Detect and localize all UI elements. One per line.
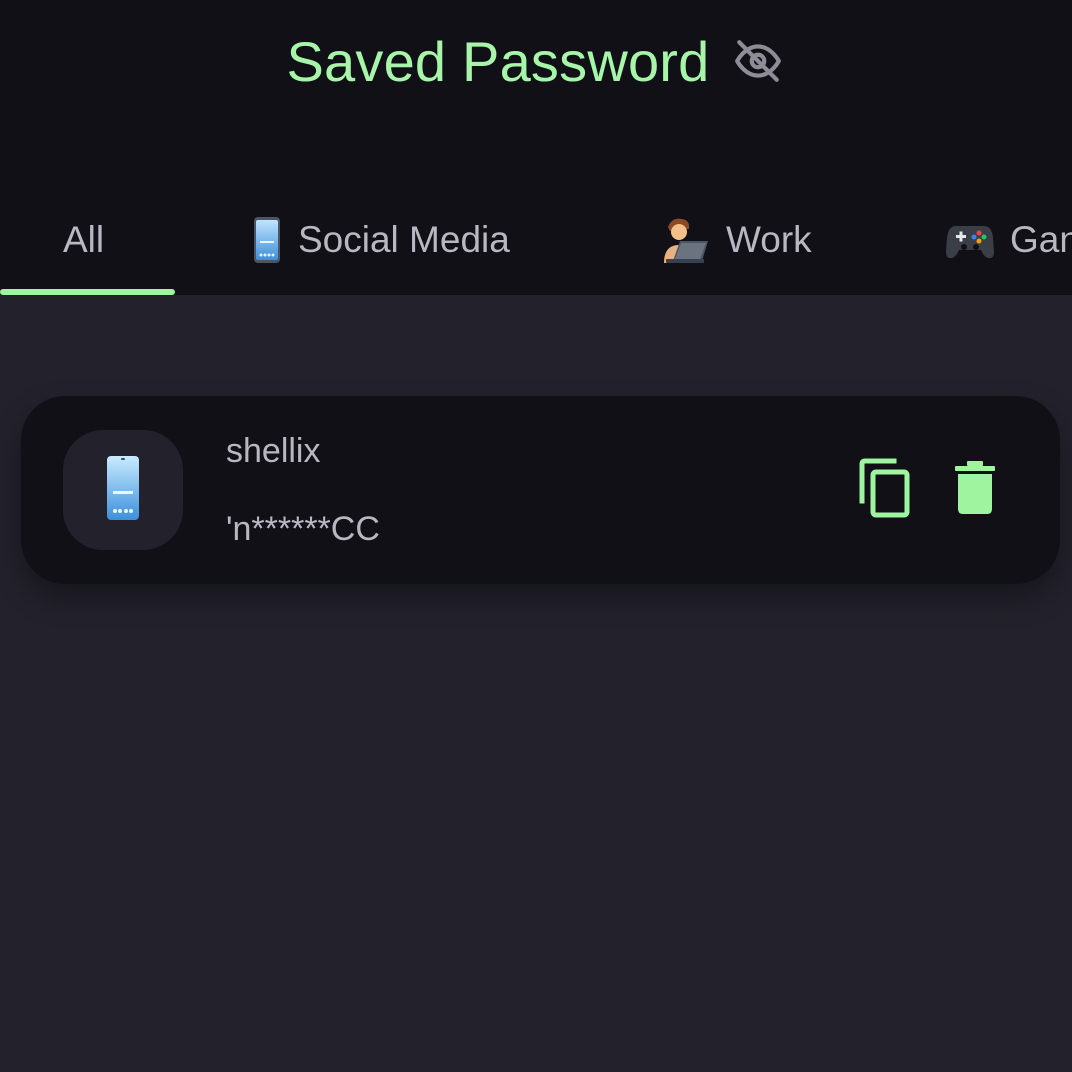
game-controller-icon [946, 220, 994, 260]
tab-games[interactable]: Gan [946, 190, 1072, 290]
tab-selected-indicator [0, 289, 175, 295]
tab-label: Gan [1010, 219, 1072, 260]
tab-all[interactable]: All [63, 190, 104, 290]
tab-label: Work [726, 219, 812, 260]
tab-label: Social Media [298, 219, 510, 260]
category-tabs: All Social Media Work Gan [0, 190, 1072, 295]
app-root: Saved Password All Social Media Work Gan… [0, 0, 1072, 1072]
mobile-phone-icon [252, 216, 282, 264]
tab-social-media[interactable]: Social Media [252, 190, 510, 290]
copy-icon [856, 457, 914, 524]
delete-button[interactable] [943, 458, 1007, 522]
tab-work[interactable]: Work [660, 190, 812, 290]
tab-label: All [63, 219, 105, 260]
person-laptop-icon [660, 217, 710, 263]
entry-password-masked: 'n******CC [226, 510, 380, 548]
title-row: Saved Password [0, 26, 1072, 96]
page-title: Saved Password [286, 29, 710, 93]
password-entry-card[interactable]: shellix 'n******CC [21, 396, 1060, 584]
trash-icon [953, 460, 997, 520]
eye-off-icon[interactable] [730, 33, 786, 89]
category-avatar [63, 430, 183, 550]
copy-button[interactable] [853, 458, 917, 522]
mobile-phone-icon [105, 455, 141, 526]
entry-username: shellix [226, 432, 321, 470]
header: Saved Password All Social Media Work Gan [0, 0, 1072, 295]
